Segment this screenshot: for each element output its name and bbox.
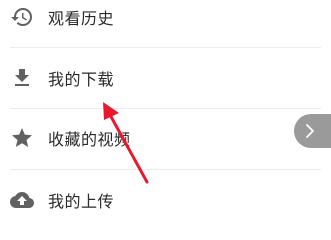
menu-screen: 观看历史 我的下载 收藏的视频 我的上传: [0, 0, 331, 228]
cloud-upload-icon: [10, 192, 34, 208]
menu-item-favorite-videos[interactable]: 收藏的视频: [0, 108, 331, 168]
menu-item-watch-history[interactable]: 观看历史: [0, 0, 331, 47]
history-icon: [11, 8, 32, 27]
menu-item-label: 观看历史: [48, 9, 115, 28]
menu-item-my-uploads[interactable]: 我的上传: [0, 170, 331, 228]
menu-item-my-downloads[interactable]: 我的下载: [0, 48, 331, 108]
menu-item-label: 我的上传: [48, 192, 115, 211]
menu-item-label: 我的下载: [48, 70, 115, 89]
star-icon: [12, 128, 32, 147]
download-icon: [15, 69, 29, 86]
floating-side-button[interactable]: [294, 114, 331, 148]
menu-item-label: 收藏的视频: [48, 130, 131, 149]
chevron-right-icon: [306, 124, 314, 138]
